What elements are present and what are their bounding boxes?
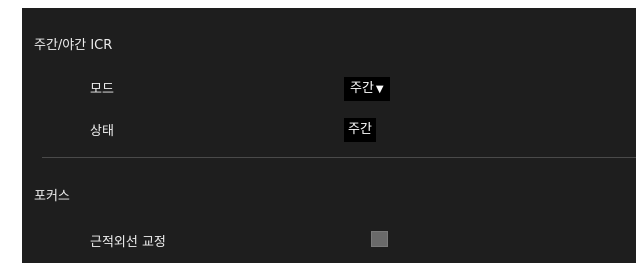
settings-panel: 주간/야간 ICR 모드 주간 ▼ 상태 주간 포커스 근적외선 교정: [22, 8, 636, 263]
dropdown-arrow-icon: ▼: [375, 84, 384, 95]
status-label: 상태: [90, 124, 114, 139]
mode-select[interactable]: 주간 ▼: [344, 77, 390, 101]
section-title-focus: 포커스: [34, 189, 70, 204]
section-divider: [42, 157, 636, 158]
ir-correction-checkbox[interactable]: [371, 231, 388, 247]
section-title-day-night-icr: 주간/야간 ICR: [34, 38, 113, 53]
mode-label: 모드: [90, 82, 114, 97]
ir-correction-label: 근적외선 교정: [90, 235, 166, 250]
status-value: 주간: [344, 118, 376, 142]
mode-select-value: 주간: [350, 81, 374, 96]
